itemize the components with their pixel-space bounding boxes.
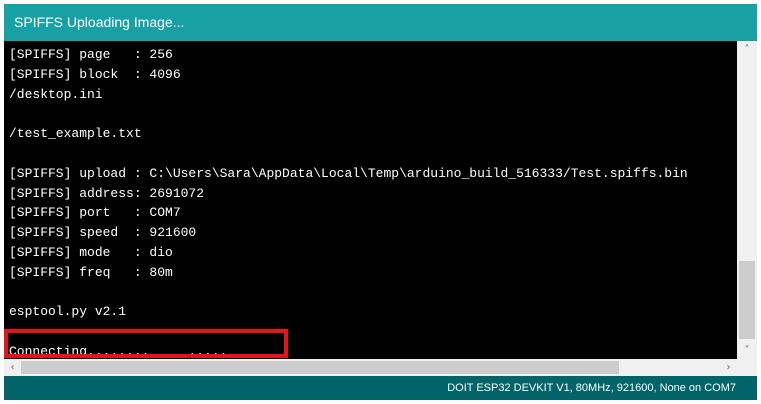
horizontal-scroll-thumb[interactable] [21, 361, 619, 374]
upload-dialog: SPIFFS Uploading Image... [SPIFFS] page … [4, 4, 757, 400]
connecting-line: Connecting........_____....._____ [9, 343, 267, 359]
console-line: [SPIFFS] mode : dio [9, 244, 173, 260]
vertical-scrollbar[interactable]: ˄ ˅ [737, 41, 757, 359]
console-line: [SPIFFS] address: 2691072 [9, 185, 205, 201]
horizontal-scrollbar[interactable]: ‹ › [4, 359, 737, 376]
console-line: esptool.py v2.1 [9, 304, 127, 320]
window-title: SPIFFS Uploading Image... [4, 4, 757, 41]
console-line: /desktop.ini [9, 86, 103, 102]
console-line: [SPIFFS] speed : 921600 [9, 225, 197, 241]
scroll-up-icon[interactable]: ˄ [737, 41, 757, 58]
scroll-down-icon[interactable]: ˅ [737, 342, 757, 359]
console-line: [SPIFFS] upload : C:\Users\Sara\AppData\… [9, 165, 688, 181]
scrollbar-corner [737, 359, 757, 376]
console-line: [SPIFFS] block : 4096 [9, 66, 181, 82]
console-line: [SPIFFS] freq : 80m [9, 264, 173, 280]
console-line: [SPIFFS] page : 256 [9, 47, 173, 62]
scroll-right-icon[interactable]: › [720, 359, 737, 376]
scroll-left-icon[interactable]: ‹ [4, 359, 21, 376]
console-output[interactable]: [SPIFFS] page : 256 [SPIFFS] block : 409… [4, 41, 737, 359]
vertical-scroll-thumb[interactable] [739, 261, 755, 339]
status-bar: DOIT ESP32 DEVKIT V1, 80MHz, 921600, Non… [4, 376, 757, 400]
console-line: /test_example.txt [9, 126, 142, 142]
console-line: [SPIFFS] port : COM7 [9, 205, 181, 221]
